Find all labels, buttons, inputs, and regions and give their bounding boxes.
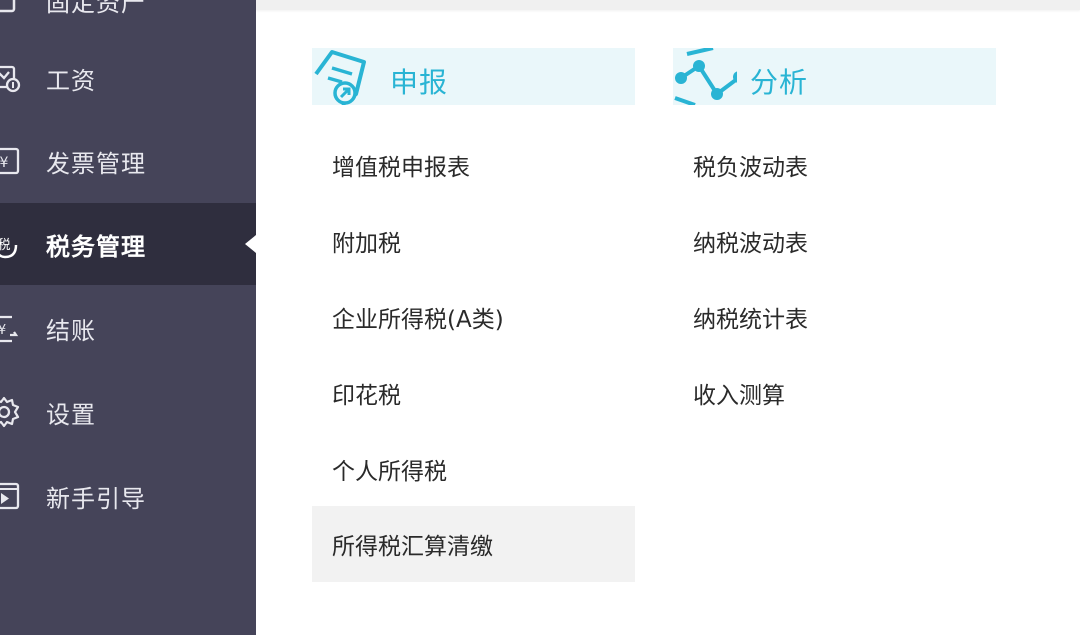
tax-icon: 税 bbox=[0, 238, 18, 259]
menu-item-personal-income-tax[interactable]: 个人所得税 bbox=[312, 431, 635, 507]
sidebar-item-label: 税务管理 bbox=[46, 232, 146, 261]
menu-item-label: 增值税申报表 bbox=[332, 155, 470, 181]
analysis-title: 分析 bbox=[750, 66, 809, 99]
analysis-header: 分析 bbox=[673, 48, 996, 105]
declare-header: 申报 bbox=[312, 48, 635, 105]
top-bar-strip bbox=[256, 0, 1080, 10]
salary-icon bbox=[0, 65, 21, 93]
svg-text:¥: ¥ bbox=[0, 155, 9, 171]
menu-item-income-estimation[interactable]: 收入测算 bbox=[673, 355, 996, 431]
sidebar-item-label: 结账 bbox=[46, 316, 96, 345]
sidebar-item-checkout[interactable]: ¥ 结账 bbox=[0, 287, 256, 369]
app-root: 固定资产 工资 ¥ 发票管理 税 税务管理 ¥ 结账 设置 新手引导 申报 增值… bbox=[0, 0, 1080, 635]
menu-item-tax-burden-fluctuation[interactable]: 税负波动表 bbox=[673, 127, 996, 203]
menu-item-vat-declaration[interactable]: 增值税申报表 bbox=[312, 127, 635, 203]
video-guide-icon bbox=[0, 482, 20, 510]
gear-icon bbox=[0, 396, 20, 428]
menu-item-label: 纳税统计表 bbox=[693, 307, 808, 333]
sidebar-item-label: 新手引导 bbox=[46, 484, 146, 513]
menu-item-label: 附加税 bbox=[332, 231, 401, 257]
sidebar: 固定资产 工资 ¥ 发票管理 税 税务管理 ¥ 结账 设置 新手引导 bbox=[0, 0, 256, 635]
sidebar-item-label: 设置 bbox=[46, 400, 96, 429]
menu-item-label: 税负波动表 bbox=[693, 155, 808, 181]
menu-item-label: 个人所得税 bbox=[332, 459, 447, 485]
sidebar-item-fixed-assets[interactable]: 固定资产 bbox=[0, 0, 256, 41]
sidebar-item-label: 工资 bbox=[46, 66, 96, 95]
menu-item-tax-payment-fluctuation[interactable]: 纳税波动表 bbox=[673, 203, 996, 279]
sidebar-item-salary[interactable]: 工资 bbox=[0, 37, 256, 119]
asset-icon bbox=[0, 0, 16, 13]
sidebar-item-guide[interactable]: 新手引导 bbox=[0, 455, 256, 537]
menu-item-label: 企业所得税(A类) bbox=[332, 307, 504, 333]
menu-item-tax-statistics[interactable]: 纳税统计表 bbox=[673, 279, 996, 355]
declare-document-icon bbox=[314, 50, 366, 105]
sidebar-item-tax[interactable]: 税 税务管理 bbox=[0, 203, 256, 285]
svg-text:税: 税 bbox=[0, 238, 11, 253]
menu-item-label: 收入测算 bbox=[693, 383, 785, 409]
invoice-icon: ¥ bbox=[0, 147, 20, 175]
menu-item-surtax[interactable]: 附加税 bbox=[312, 203, 635, 279]
analysis-chart-icon bbox=[674, 48, 737, 105]
analysis-column: 分析 税负波动表 纳税波动表 纳税统计表 收入测算 bbox=[673, 48, 996, 409]
sidebar-item-invoice[interactable]: ¥ 发票管理 bbox=[0, 120, 256, 202]
svg-text:¥: ¥ bbox=[0, 323, 6, 338]
menu-item-label: 印花税 bbox=[332, 383, 401, 409]
menu-item-income-tax-settlement[interactable]: 所得税汇算清缴 bbox=[312, 506, 635, 582]
checkout-icon: ¥ bbox=[0, 315, 19, 343]
declare-column: 申报 增值税申报表 附加税 企业所得税(A类) 印花税 个人所得税 所得税汇算清… bbox=[312, 48, 635, 582]
menu-item-label: 纳税波动表 bbox=[693, 231, 808, 257]
menu-item-stamp-tax[interactable]: 印花税 bbox=[312, 355, 635, 431]
active-indicator-caret bbox=[245, 235, 256, 253]
sidebar-item-settings[interactable]: 设置 bbox=[0, 371, 256, 453]
declare-title: 申报 bbox=[390, 66, 449, 99]
sidebar-item-label: 发票管理 bbox=[46, 149, 146, 178]
sidebar-item-label: 固定资产 bbox=[46, 0, 146, 17]
menu-item-label: 所得税汇算清缴 bbox=[332, 534, 493, 560]
menu-item-corporate-income-tax-a[interactable]: 企业所得税(A类) bbox=[312, 279, 635, 355]
